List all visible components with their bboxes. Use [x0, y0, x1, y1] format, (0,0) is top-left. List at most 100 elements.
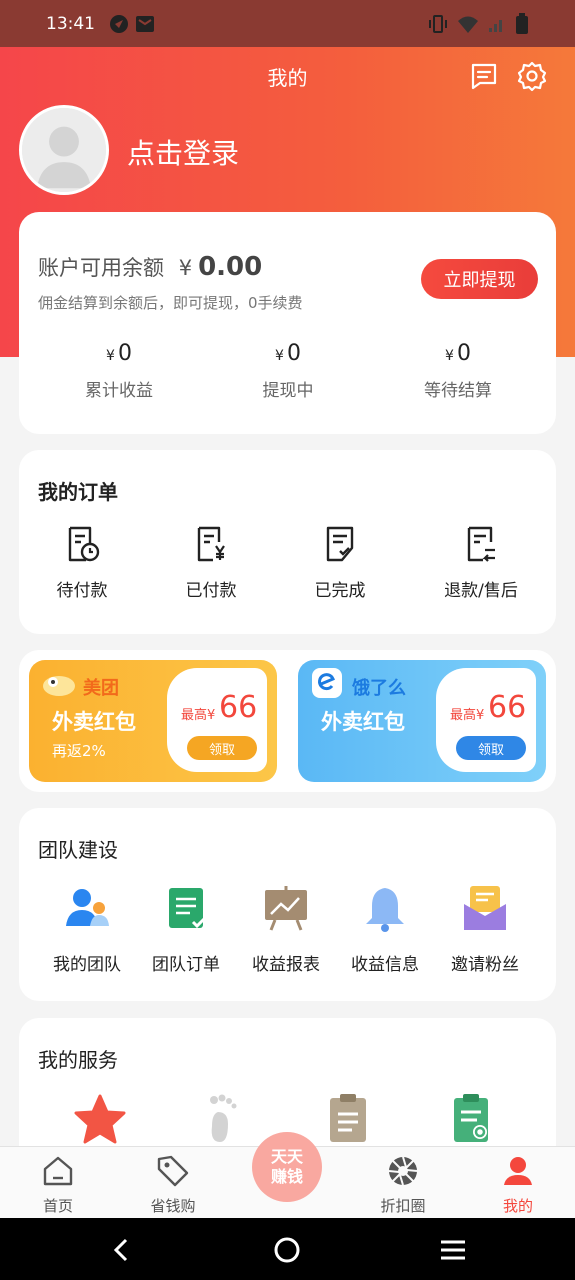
eleme-promo-banner[interactable]: 饿了么 外卖红包 最高¥ 66 领取: [298, 660, 546, 782]
wifi-icon: [458, 16, 478, 33]
tab-mine[interactable]: 我的: [468, 1147, 568, 1219]
order-label: 待付款: [56, 581, 108, 601]
stat-total-earnings[interactable]: ¥0 累计收益: [34, 341, 204, 401]
balance-currency: ¥: [178, 256, 193, 280]
tab-label: 折扣圈: [380, 1197, 426, 1215]
team-earnings-info[interactable]: 收益信息: [335, 884, 435, 975]
promo-sub: 再返2%: [52, 742, 106, 760]
tab-daily-earn[interactable]: 天天 赚钱: [252, 1132, 322, 1202]
team-label: 收益报表: [252, 955, 320, 975]
promo-claim-button[interactable]: 领取: [456, 736, 526, 760]
team-title: 团队建设: [38, 838, 118, 862]
meituan-promo-banner[interactable]: 美团 外卖红包 再返2% 最高¥ 66 领取: [29, 660, 277, 782]
balance-label-text: 账户可用余额: [38, 256, 164, 280]
earnings-chart-icon: [265, 886, 307, 931]
battery-icon: [516, 12, 528, 34]
promo-title: 外卖红包: [52, 710, 136, 734]
tab-home[interactable]: 首页: [8, 1147, 108, 1219]
stat-pending-settlement[interactable]: ¥0 等待结算: [373, 341, 543, 401]
person-icon: [504, 1157, 532, 1185]
services-title: 我的服务: [38, 1048, 118, 1072]
tab-label: 首页: [42, 1197, 73, 1215]
vibrate-icon: [429, 14, 447, 33]
tab-label: 我的: [502, 1197, 533, 1215]
eleme-logo-icon: [312, 668, 342, 698]
withdraw-button[interactable]: 立即提现: [421, 259, 538, 299]
status-bar: 13:41: [0, 0, 575, 47]
order-label: 已付款: [185, 581, 237, 601]
default-avatar-icon: [22, 108, 106, 192]
team-orders[interactable]: 团队订单: [136, 884, 236, 975]
message-icon: [471, 63, 497, 90]
check-document-icon: [326, 526, 354, 562]
order-completed[interactable]: 已完成: [285, 524, 395, 601]
team-people-icon: [66, 889, 109, 926]
stat-value: 0: [117, 341, 132, 366]
search-clipboard-icon: [454, 1094, 488, 1142]
promo-max-label: 最高¥: [450, 708, 485, 723]
promo-max-value: 66: [219, 690, 258, 725]
tab-label: 省钱购: [150, 1197, 196, 1215]
tab-save-money[interactable]: 省钱购: [123, 1147, 223, 1219]
promo-coupon: 最高¥ 66 领取: [436, 668, 536, 772]
service-favorites[interactable]: [70, 1090, 130, 1150]
login-link[interactable]: 点击登录: [127, 132, 239, 172]
avatar[interactable]: [19, 105, 109, 195]
home-circle-icon[interactable]: [273, 1236, 301, 1264]
stat-value: 0: [456, 341, 471, 366]
service-footprint[interactable]: [194, 1090, 254, 1150]
team-earnings-report[interactable]: 收益报表: [236, 884, 336, 975]
yen-document-icon: [197, 526, 225, 562]
clipboard-icon: [330, 1094, 366, 1142]
home-icon: [43, 1156, 73, 1186]
order-refund-aftersale[interactable]: 退款/售后: [426, 524, 536, 601]
gear-icon: [517, 61, 547, 92]
promo-brand: 美团: [83, 678, 119, 699]
order-paid[interactable]: 已付款: [156, 524, 266, 601]
return-document-icon: [467, 526, 495, 562]
team-my-team[interactable]: 我的团队: [37, 884, 137, 975]
team-label: 收益信息: [351, 955, 419, 975]
team-invite-fans[interactable]: 邀请粉丝: [435, 884, 535, 975]
message-button[interactable]: [468, 60, 500, 92]
stat-value: 0: [286, 341, 301, 366]
star-icon: [74, 1094, 126, 1144]
team-label: 团队订单: [152, 955, 220, 975]
promo-card: 美团 外卖红包 再返2% 最高¥ 66 领取 饿了么 外卖红包 最高¥ 66 领…: [19, 650, 556, 792]
clock-document-icon: [68, 526, 100, 562]
balance-amount: 0.00: [198, 252, 263, 282]
meituan-kangaroo-icon: [43, 676, 75, 696]
stat-label: 等待结算: [424, 381, 492, 401]
promo-brand: 饿了么: [352, 678, 406, 699]
stat-label: 提现中: [262, 381, 314, 401]
promo-max-value: 66: [488, 690, 527, 725]
signal-icon: [489, 19, 502, 32]
stat-withdrawing[interactable]: ¥0 提现中: [203, 341, 373, 401]
stat-currency: ¥: [445, 348, 454, 364]
mail-notification-icon: [136, 15, 154, 32]
order-pending-payment[interactable]: 待付款: [27, 524, 137, 601]
balance-label: 账户可用余额 ¥0.00: [38, 252, 262, 282]
back-icon[interactable]: [108, 1236, 136, 1264]
promo-max-label: 最高¥: [181, 708, 216, 723]
notification-bell-icon: [366, 888, 404, 932]
service-clipboard[interactable]: [318, 1090, 378, 1150]
aperture-icon: [388, 1156, 418, 1186]
balance-note: 佣金结算到余额后，即可提现，0手续费: [38, 294, 303, 312]
team-label: 我的团队: [53, 955, 121, 975]
order-label: 已完成: [314, 581, 366, 601]
stat-label: 累计收益: [85, 381, 153, 401]
stat-currency: ¥: [275, 348, 284, 364]
tag-icon: [157, 1155, 189, 1187]
center-tab-line2: 赚钱: [270, 1167, 303, 1186]
notification-app-icon: [110, 14, 128, 33]
order-label: 退款/售后: [444, 581, 518, 601]
team-order-icon: [169, 888, 207, 929]
invite-mail-icon: [464, 886, 506, 930]
service-search-clipboard[interactable]: [442, 1090, 502, 1150]
promo-claim-button[interactable]: 领取: [187, 736, 257, 760]
menu-icon[interactable]: [439, 1236, 467, 1264]
center-tab-line1: 天天: [270, 1147, 303, 1166]
tab-discount-circle[interactable]: 折扣圈: [353, 1147, 453, 1219]
settings-button[interactable]: [516, 60, 548, 92]
